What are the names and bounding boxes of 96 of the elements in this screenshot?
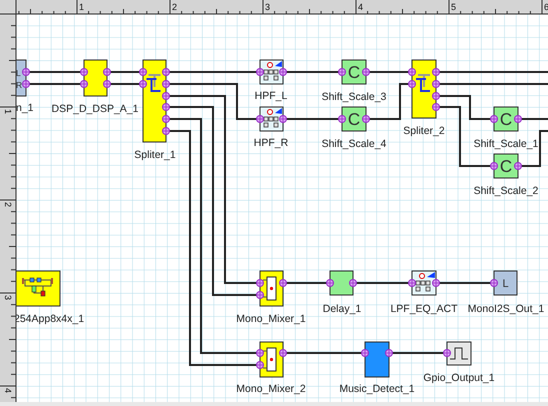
block-glyph: L: [502, 278, 509, 290]
block-label: Shift_Scale_3: [322, 91, 386, 103]
port-icon[interactable]: [514, 115, 522, 123]
port-icon[interactable]: [490, 279, 498, 287]
port-icon[interactable]: [162, 115, 170, 123]
port-icon[interactable]: [408, 68, 416, 76]
filter-block[interactable]: [260, 106, 284, 132]
ruler-number: 1: [79, 2, 84, 12]
port-icon[interactable]: [349, 279, 357, 287]
splitter-block[interactable]: [412, 60, 436, 118]
block-label: n_1: [16, 102, 34, 114]
port-icon[interactable]: [326, 279, 334, 287]
scale-block[interactable]: [342, 60, 366, 84]
port-icon[interactable]: [338, 115, 346, 123]
port-icon[interactable]: [256, 279, 264, 287]
port-icon[interactable]: [162, 103, 170, 111]
block-glyph: C: [500, 157, 512, 176]
block-label: Spliter_2: [403, 125, 445, 137]
block-label: Shift_Scale_1: [474, 138, 538, 150]
ruler-number: 3: [3, 295, 13, 300]
port-icon[interactable]: [408, 80, 416, 88]
ruler-number: 4: [358, 2, 364, 12]
block-label: MonoI2S_Out_1: [468, 303, 544, 315]
block-label: Shift_Scale_2: [474, 185, 538, 197]
pulse-block[interactable]: [446, 342, 472, 366]
port-icon[interactable]: [514, 162, 522, 170]
port-icon[interactable]: [408, 279, 416, 287]
block-glyph: C: [500, 110, 512, 129]
block-label: Gpio_Output_1: [423, 372, 495, 384]
port-icon[interactable]: [162, 92, 170, 100]
mixer-block[interactable]: [260, 270, 284, 306]
port-icon[interactable]: [256, 115, 264, 123]
block-glyph: R: [16, 80, 22, 90]
port-icon[interactable]: [279, 68, 287, 76]
port-icon[interactable]: [162, 127, 170, 135]
port-icon[interactable]: [490, 115, 498, 123]
ruler-number: 4: [3, 388, 13, 394]
port-icon[interactable]: [361, 349, 369, 357]
delay-block[interactable]: [330, 270, 354, 296]
scale-block[interactable]: [494, 154, 518, 178]
scale-block[interactable]: [342, 106, 366, 132]
port-icon[interactable]: [279, 349, 287, 357]
port-icon[interactable]: [256, 291, 264, 299]
port-icon[interactable]: [162, 80, 170, 88]
mixer-block[interactable]: [260, 342, 284, 378]
scale-block[interactable]: [494, 106, 518, 132]
port-icon[interactable]: [338, 68, 346, 76]
port-icon[interactable]: [162, 68, 170, 76]
port-icon[interactable]: [103, 68, 111, 76]
block-label: 254App8x4x_1: [14, 313, 84, 325]
filter-block[interactable]: [412, 270, 436, 296]
block-label: HPF_L: [254, 90, 288, 102]
port-icon[interactable]: [103, 80, 111, 88]
port-icon[interactable]: [279, 115, 287, 123]
filter-block[interactable]: [260, 60, 284, 84]
port-icon[interactable]: [443, 349, 451, 357]
port-icon[interactable]: [139, 68, 147, 76]
ruler-number: 2: [172, 2, 178, 12]
io-block[interactable]: [494, 270, 518, 296]
port-icon[interactable]: [362, 68, 370, 76]
port-icon[interactable]: [22, 80, 30, 88]
port-icon[interactable]: [256, 349, 264, 357]
block-label: DSP_D_DSP_A_1: [52, 103, 138, 115]
port-icon[interactable]: [490, 162, 498, 170]
port-icon[interactable]: [139, 80, 147, 88]
port-icon[interactable]: [80, 68, 88, 76]
ruler-number: 2: [3, 202, 13, 208]
block-glyph: L: [16, 68, 21, 78]
block-label: Mono_Mixer_1: [236, 313, 306, 325]
block-label: LPF_EQ_ACT: [390, 303, 458, 315]
ruler-number: 1: [3, 109, 13, 114]
splitter-block[interactable]: [142, 60, 166, 142]
block-label: Spliter_1: [134, 149, 176, 161]
block-glyph: C: [348, 63, 360, 82]
block-glyph: C: [348, 110, 360, 129]
block-label: Shift_Scale_4: [322, 138, 386, 150]
block-label: Delay_1: [322, 303, 362, 315]
port-icon[interactable]: [432, 80, 440, 88]
port-icon[interactable]: [432, 103, 440, 111]
port-icon[interactable]: [432, 92, 440, 100]
port-icon[interactable]: [256, 68, 264, 76]
port-icon[interactable]: [80, 80, 88, 88]
ruler-number: 3: [265, 2, 270, 12]
port-icon[interactable]: [432, 68, 440, 76]
port-icon[interactable]: [362, 115, 370, 123]
port-icon[interactable]: [385, 349, 393, 357]
port-icon[interactable]: [279, 279, 287, 287]
ruler-number: 5: [451, 2, 456, 12]
app-block[interactable]: [16, 270, 60, 306]
block-label: HPF_R: [254, 137, 288, 149]
detector-block[interactable]: [364, 342, 390, 378]
block-label: Mono_Mixer_2: [236, 383, 306, 395]
port-icon[interactable]: [432, 279, 440, 287]
block-label: Music_Detect_1: [339, 383, 415, 395]
port-icon[interactable]: [256, 361, 264, 369]
port-icon[interactable]: [22, 68, 30, 76]
